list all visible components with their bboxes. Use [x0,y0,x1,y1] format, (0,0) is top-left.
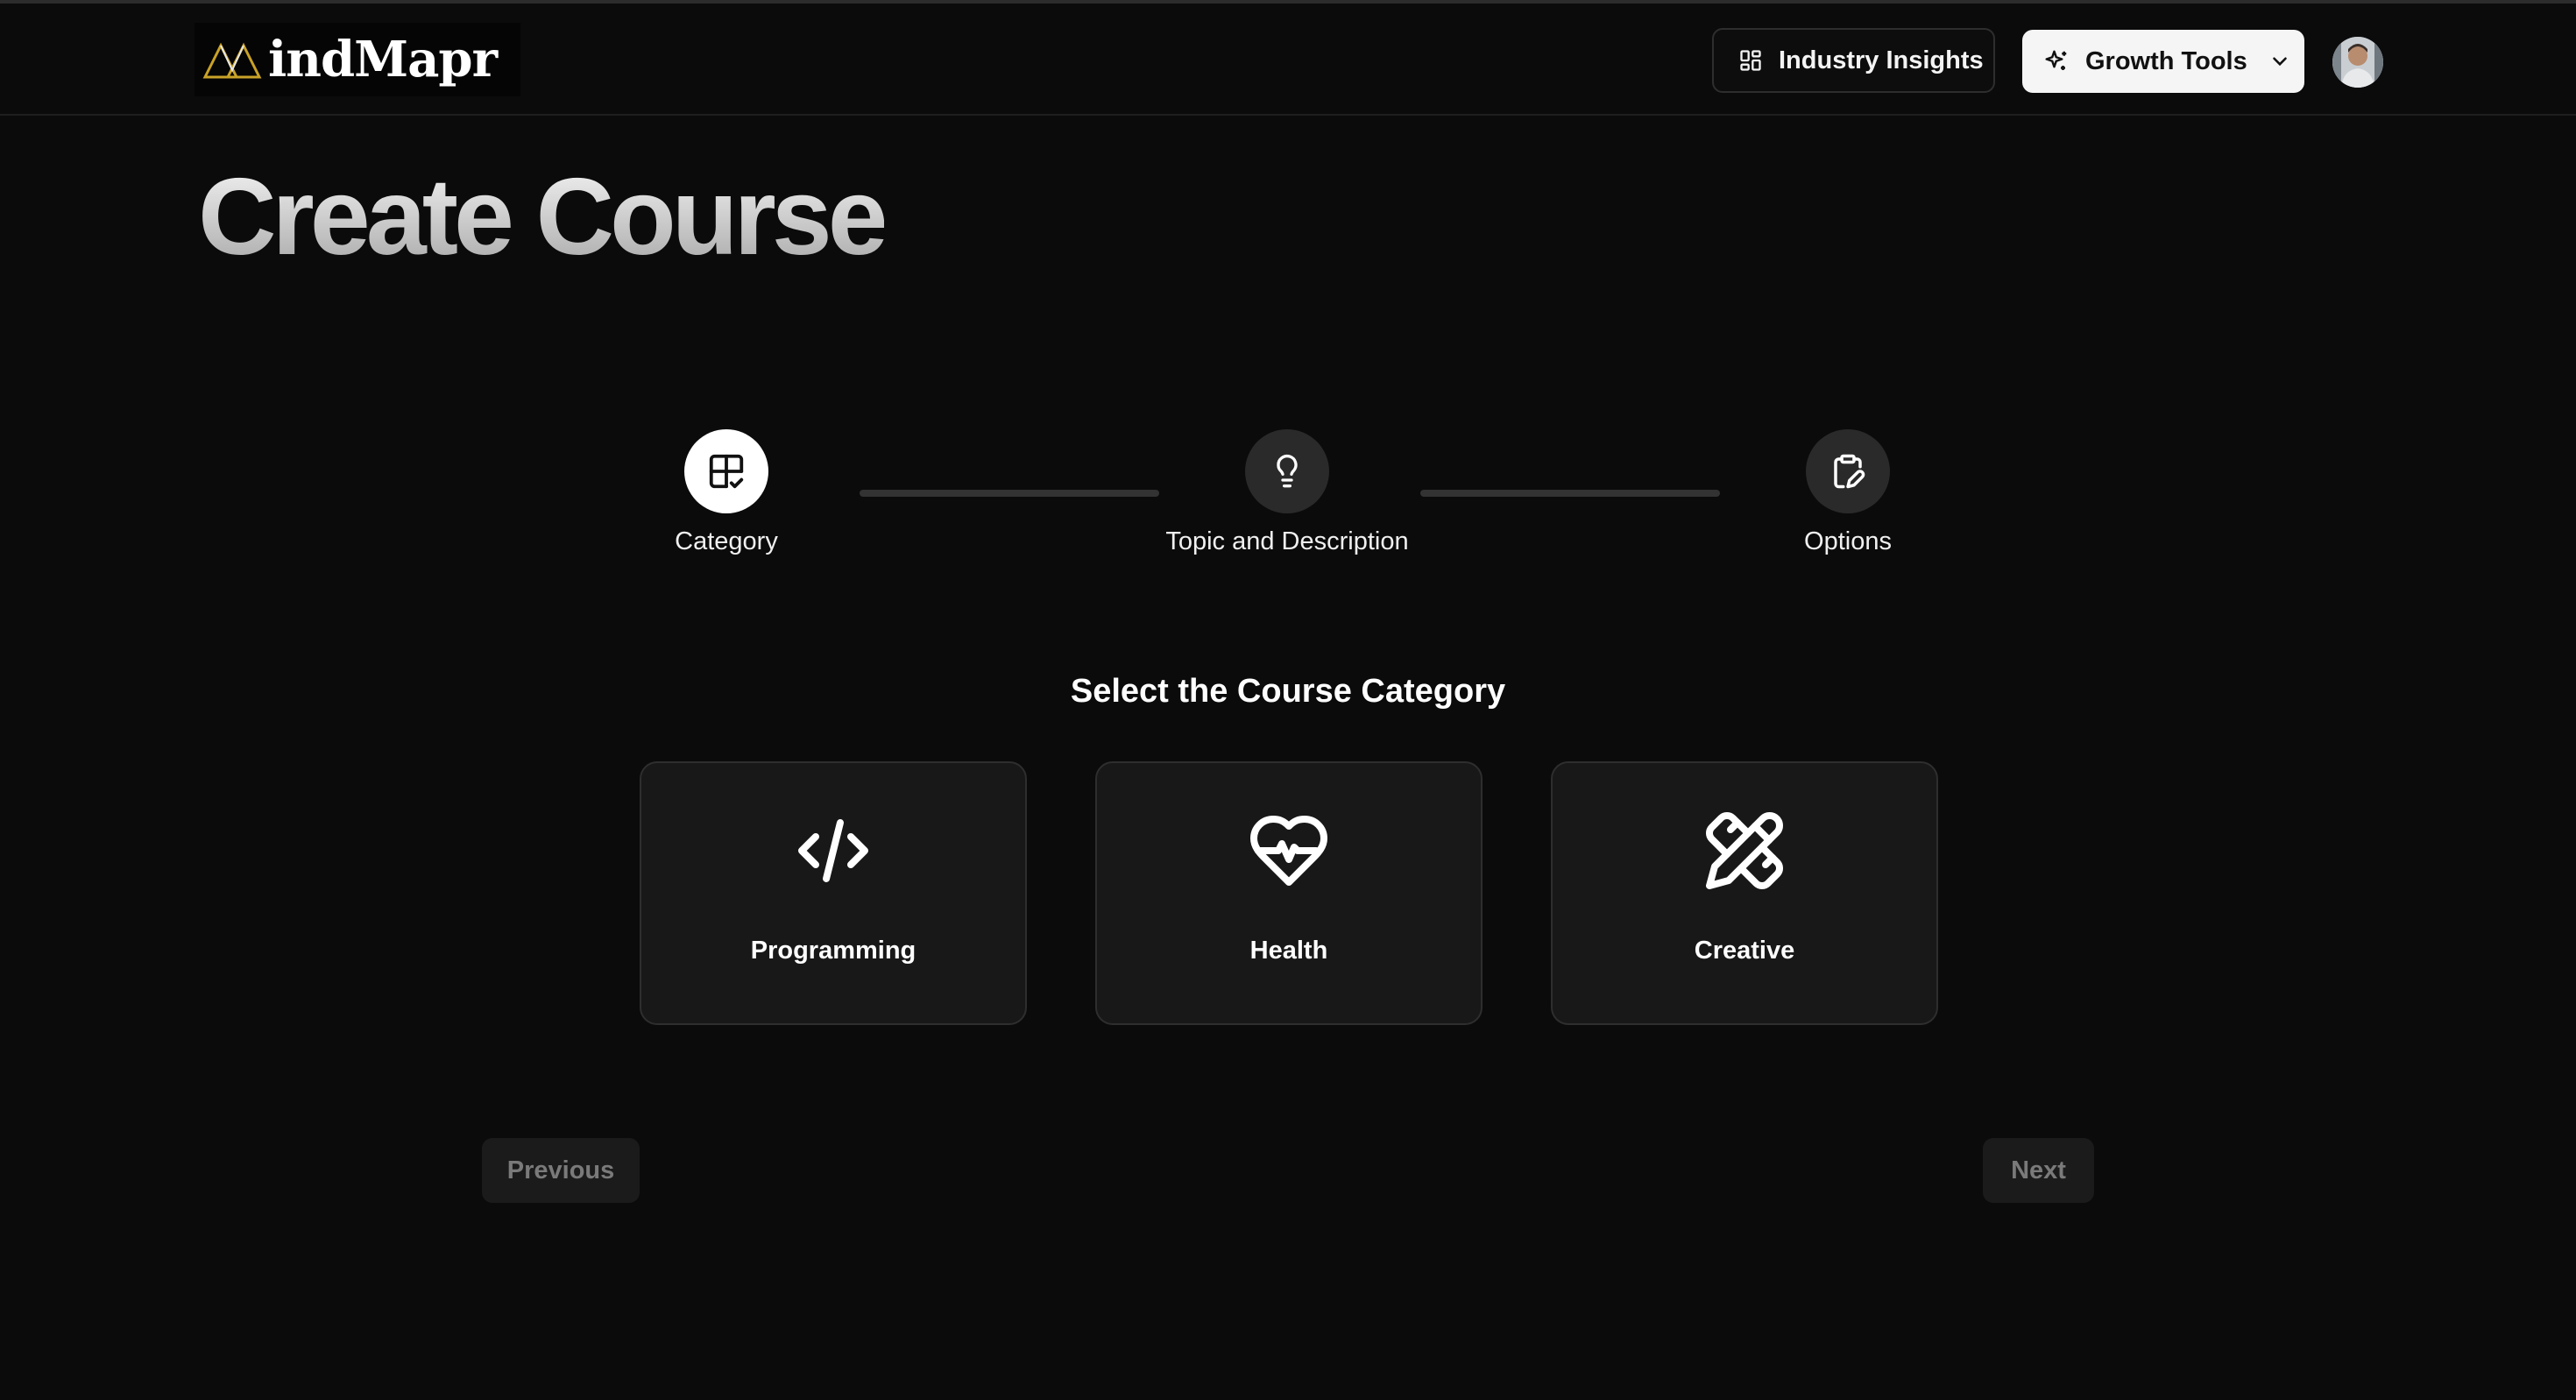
previous-button[interactable]: Previous [482,1138,640,1203]
step-options-circle [1806,429,1890,513]
lightbulb-icon [1277,454,1298,488]
user-avatar[interactable] [2332,37,2383,88]
industry-insights-label: Industry Insights [1779,46,1984,74]
page-title: Create Course [198,157,888,278]
logo[interactable]: indMapr [195,23,520,96]
logo-mark-icon [202,42,262,79]
step-category-label: Category [675,527,778,555]
pencil-ruler-icon [1702,809,1787,893]
code-icon [791,809,875,893]
avatar-photo-icon [2332,37,2383,88]
category-card-creative[interactable]: Creative [1551,761,1938,1025]
step-options[interactable]: Options [1708,429,1988,556]
step-options-label: Options [1804,527,1892,555]
step-category[interactable]: Category [586,429,867,556]
heart-pulse-icon [1247,809,1331,893]
growth-tools-dropdown[interactable]: Growth Tools [2022,30,2304,93]
layout-grid-check-icon [709,454,744,489]
step-connector-2 [1420,490,1720,497]
step-connector-1 [860,490,1159,497]
industry-insights-button[interactable]: Industry Insights [1712,28,1995,93]
step-topic-description[interactable]: Topic and Description [1147,429,1427,556]
category-card-label: Health [1249,937,1328,965]
next-button[interactable]: Next [1983,1138,2094,1203]
growth-tools-label: Growth Tools [2085,46,2247,75]
category-card-programming[interactable]: Programming [640,761,1027,1025]
step-category-circle [684,429,768,513]
category-section-title: Select the Course Category [1070,673,1506,710]
layout-dashboard-icon [1740,50,1761,71]
top-navbar: indMapr Industry Insights Growth Tools [0,4,2576,116]
logo-text: indMapr [268,31,498,88]
category-card-health[interactable]: Health [1095,761,1483,1025]
clipboard-edit-icon [1834,454,1865,489]
step-topic-label: Topic and Description [1165,527,1409,555]
category-card-label: Programming [750,937,916,965]
step-topic-circle [1245,429,1329,513]
category-card-label: Creative [1694,937,1795,965]
sparkles-icon [2045,50,2067,70]
chevron-down-icon [2272,57,2287,67]
